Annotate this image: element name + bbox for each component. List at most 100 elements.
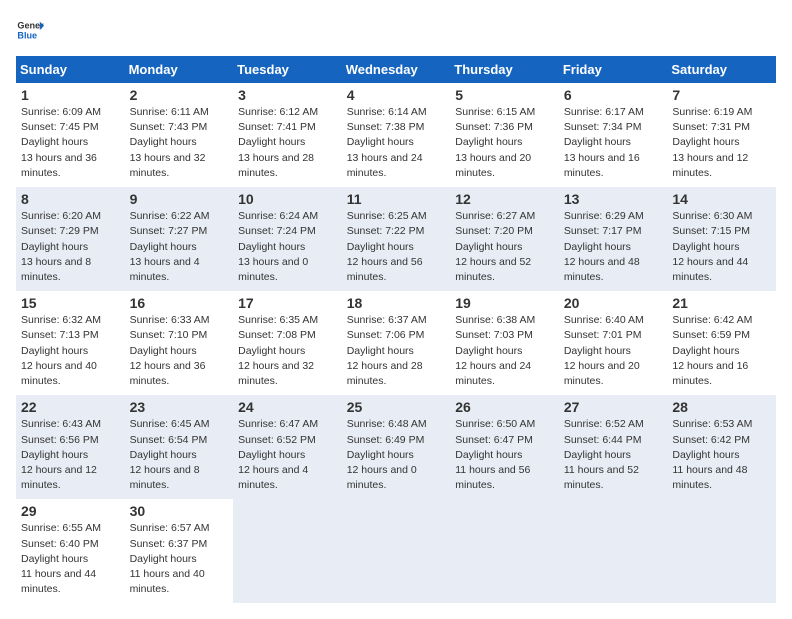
day-info: Sunrise: 6:48 AMSunset: 6:49 PMDaylight …	[347, 417, 446, 493]
calendar-cell	[450, 499, 559, 603]
day-info: Sunrise: 6:17 AMSunset: 7:34 PMDaylight …	[564, 105, 663, 181]
day-number: 22	[21, 399, 120, 415]
calendar-cell: 21 Sunrise: 6:42 AMSunset: 6:59 PMDayligh…	[667, 291, 776, 395]
logo: General Blue	[16, 16, 44, 44]
day-info: Sunrise: 6:22 AMSunset: 7:27 PMDaylight …	[130, 209, 229, 285]
weekday-header-sunday: Sunday	[16, 56, 125, 83]
calendar-cell: 25 Sunrise: 6:48 AMSunset: 6:49 PMDayligh…	[342, 395, 451, 499]
calendar-cell: 30Sunrise: 6:57 AMSunset: 6:37 PMDayligh…	[125, 499, 234, 603]
calendar-cell: 23 Sunrise: 6:45 AMSunset: 6:54 PMDayligh…	[125, 395, 234, 499]
day-info: Sunrise: 6:20 AMSunset: 7:29 PMDaylight …	[21, 209, 120, 285]
calendar-week-row: 8 Sunrise: 6:20 AMSunset: 7:29 PMDaylight…	[16, 187, 776, 291]
logo-icon: General Blue	[16, 16, 44, 44]
calendar-cell: 27 Sunrise: 6:52 AMSunset: 6:44 PMDayligh…	[559, 395, 668, 499]
calendar-week-row: 22 Sunrise: 6:43 AMSunset: 6:56 PMDayligh…	[16, 395, 776, 499]
calendar-cell: 16 Sunrise: 6:33 AMSunset: 7:10 PMDayligh…	[125, 291, 234, 395]
calendar-cell	[667, 499, 776, 603]
calendar-cell: 15 Sunrise: 6:32 AMSunset: 7:13 PMDayligh…	[16, 291, 125, 395]
calendar-cell: 20 Sunrise: 6:40 AMSunset: 7:01 PMDayligh…	[559, 291, 668, 395]
calendar-cell: 17 Sunrise: 6:35 AMSunset: 7:08 PMDayligh…	[233, 291, 342, 395]
svg-text:Blue: Blue	[17, 30, 37, 40]
day-number: 18	[347, 295, 446, 311]
calendar-cell: 29 Sunrise: 6:55 AMSunset: 6:40 PMDayligh…	[16, 499, 125, 603]
day-info: Sunrise: 6:50 AMSunset: 6:47 PMDaylight …	[455, 417, 554, 493]
calendar-week-row: 1 Sunrise: 6:09 AMSunset: 7:45 PMDaylight…	[16, 83, 776, 187]
calendar-cell: 9 Sunrise: 6:22 AMSunset: 7:27 PMDaylight…	[125, 187, 234, 291]
calendar-cell: 5 Sunrise: 6:15 AMSunset: 7:36 PMDaylight…	[450, 83, 559, 187]
calendar-cell	[559, 499, 668, 603]
calendar-table: SundayMondayTuesdayWednesdayThursdayFrid…	[16, 56, 776, 603]
day-info: Sunrise: 6:37 AMSunset: 7:06 PMDaylight …	[347, 313, 446, 389]
day-number: 16	[130, 295, 229, 311]
day-number: 6	[564, 87, 663, 103]
calendar-cell: 8 Sunrise: 6:20 AMSunset: 7:29 PMDaylight…	[16, 187, 125, 291]
day-number: 20	[564, 295, 663, 311]
calendar-cell: 28 Sunrise: 6:53 AMSunset: 6:42 PMDayligh…	[667, 395, 776, 499]
calendar-cell: 2 Sunrise: 6:11 AMSunset: 7:43 PMDaylight…	[125, 83, 234, 187]
calendar-cell: 12Sunrise: 6:27 AMSunset: 7:20 PMDayligh…	[450, 187, 559, 291]
day-info: Sunrise: 6:38 AMSunset: 7:03 PMDaylight …	[455, 313, 554, 389]
weekday-header-monday: Monday	[125, 56, 234, 83]
day-number: 15	[21, 295, 120, 311]
day-number: 5	[455, 87, 554, 103]
calendar-header: SundayMondayTuesdayWednesdayThursdayFrid…	[16, 56, 776, 83]
calendar-cell: 3 Sunrise: 6:12 AMSunset: 7:41 PMDaylight…	[233, 83, 342, 187]
day-number: 8	[21, 191, 120, 207]
day-info: Sunrise: 6:15 AMSunset: 7:36 PMDaylight …	[455, 105, 554, 181]
weekday-header-thursday: Thursday	[450, 56, 559, 83]
day-number: 12	[455, 191, 554, 207]
day-info: Sunrise: 6:55 AMSunset: 6:40 PMDaylight …	[21, 521, 120, 597]
day-number: 27	[564, 399, 663, 415]
day-info: Sunrise: 6:32 AMSunset: 7:13 PMDaylight …	[21, 313, 120, 389]
day-info: Sunrise: 6:25 AMSunset: 7:22 PMDaylight …	[347, 209, 446, 285]
day-info: Sunrise: 6:12 AMSunset: 7:41 PMDaylight …	[238, 105, 337, 181]
day-info: Sunrise: 6:09 AMSunset: 7:45 PMDaylight …	[21, 105, 120, 181]
day-info: Sunrise: 6:52 AMSunset: 6:44 PMDaylight …	[564, 417, 663, 493]
day-info: Sunrise: 6:53 AMSunset: 6:42 PMDaylight …	[672, 417, 771, 493]
calendar-cell: 7 Sunrise: 6:19 AMSunset: 7:31 PMDaylight…	[667, 83, 776, 187]
day-number: 21	[672, 295, 771, 311]
day-number: 29	[21, 503, 120, 519]
weekday-header-wednesday: Wednesday	[342, 56, 451, 83]
calendar-cell: 26Sunrise: 6:50 AMSunset: 6:47 PMDayligh…	[450, 395, 559, 499]
calendar-cell	[342, 499, 451, 603]
day-number: 25	[347, 399, 446, 415]
day-number: 24	[238, 399, 337, 415]
calendar-cell: 22 Sunrise: 6:43 AMSunset: 6:56 PMDayligh…	[16, 395, 125, 499]
calendar-cell: 10 Sunrise: 6:24 AMSunset: 7:24 PMDayligh…	[233, 187, 342, 291]
calendar-cell	[233, 499, 342, 603]
weekday-header-friday: Friday	[559, 56, 668, 83]
day-info: Sunrise: 6:42 AMSunset: 6:59 PMDaylight …	[672, 313, 771, 389]
day-number: 19	[455, 295, 554, 311]
day-info: Sunrise: 6:19 AMSunset: 7:31 PMDaylight …	[672, 105, 771, 181]
calendar-cell: 19 Sunrise: 6:38 AMSunset: 7:03 PMDayligh…	[450, 291, 559, 395]
calendar-week-row: 15 Sunrise: 6:32 AMSunset: 7:13 PMDayligh…	[16, 291, 776, 395]
day-number: 10	[238, 191, 337, 207]
day-number: 3	[238, 87, 337, 103]
day-info: Sunrise: 6:29 AMSunset: 7:17 PMDaylight …	[564, 209, 663, 285]
day-info: Sunrise: 6:45 AMSunset: 6:54 PMDaylight …	[130, 417, 229, 493]
day-number: 28	[672, 399, 771, 415]
day-info: Sunrise: 6:43 AMSunset: 6:56 PMDaylight …	[21, 417, 120, 493]
day-number: 7	[672, 87, 771, 103]
day-number: 1	[21, 87, 120, 103]
day-info: Sunrise: 6:35 AMSunset: 7:08 PMDaylight …	[238, 313, 337, 389]
day-info: Sunrise: 6:30 AMSunset: 7:15 PMDaylight …	[672, 209, 771, 285]
calendar-cell: 18 Sunrise: 6:37 AMSunset: 7:06 PMDayligh…	[342, 291, 451, 395]
calendar-cell: 13Sunrise: 6:29 AMSunset: 7:17 PMDayligh…	[559, 187, 668, 291]
calendar-cell: 14 Sunrise: 6:30 AMSunset: 7:15 PMDayligh…	[667, 187, 776, 291]
day-number: 4	[347, 87, 446, 103]
day-info: Sunrise: 6:11 AMSunset: 7:43 PMDaylight …	[130, 105, 229, 181]
day-number: 2	[130, 87, 229, 103]
day-info: Sunrise: 6:14 AMSunset: 7:38 PMDaylight …	[347, 105, 446, 181]
weekday-header-saturday: Saturday	[667, 56, 776, 83]
day-number: 23	[130, 399, 229, 415]
day-number: 17	[238, 295, 337, 311]
day-info: Sunrise: 6:33 AMSunset: 7:10 PMDaylight …	[130, 313, 229, 389]
day-number: 9	[130, 191, 229, 207]
weekday-header-tuesday: Tuesday	[233, 56, 342, 83]
day-number: 14	[672, 191, 771, 207]
day-info: Sunrise: 6:24 AMSunset: 7:24 PMDaylight …	[238, 209, 337, 285]
calendar-cell: 4 Sunrise: 6:14 AMSunset: 7:38 PMDaylight…	[342, 83, 451, 187]
day-info: Sunrise: 6:40 AMSunset: 7:01 PMDaylight …	[564, 313, 663, 389]
